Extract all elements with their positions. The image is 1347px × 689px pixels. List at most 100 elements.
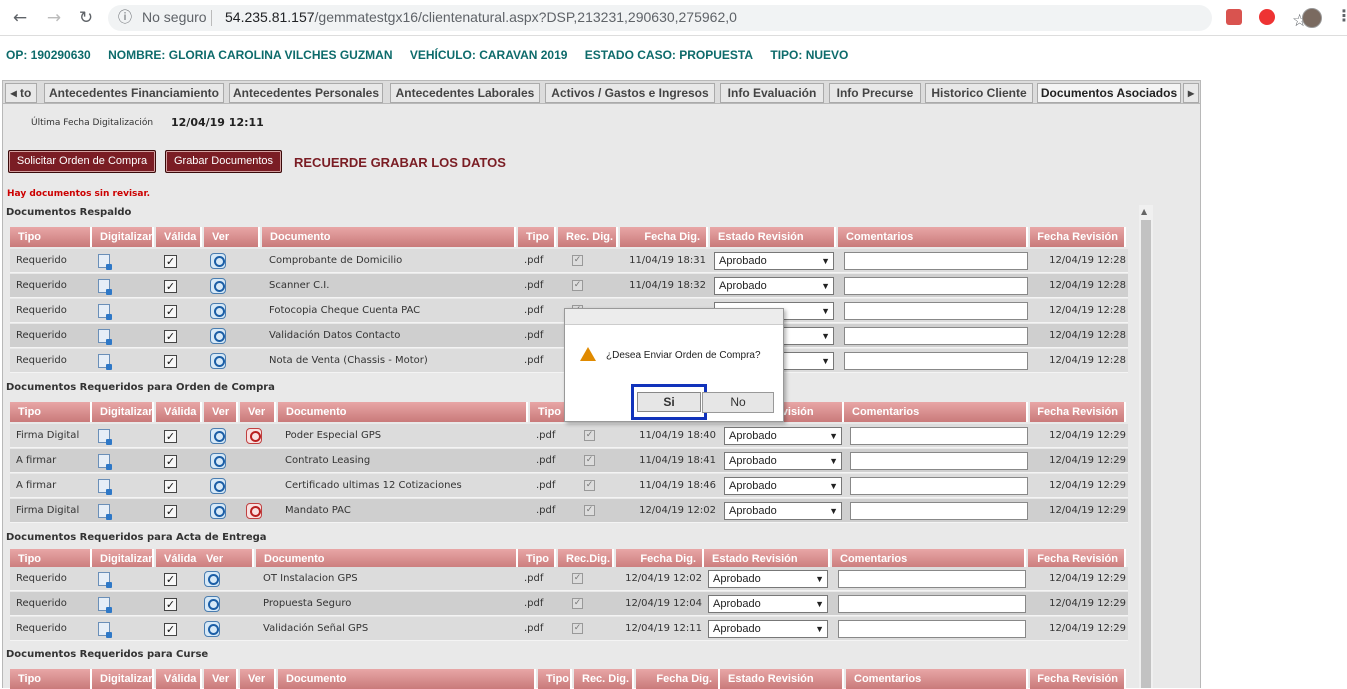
section-title: Documentos Respaldo bbox=[6, 207, 132, 218]
view-icon[interactable] bbox=[210, 428, 226, 444]
view-icon[interactable] bbox=[210, 478, 226, 494]
tab-activos-gastos[interactable]: Activos / Gastos e Ingresos bbox=[545, 83, 715, 103]
valid-checkbox[interactable]: ✓ bbox=[164, 505, 177, 518]
view-icon[interactable] bbox=[204, 621, 220, 637]
valid-checkbox[interactable]: ✓ bbox=[164, 330, 177, 343]
view-icon[interactable] bbox=[204, 571, 220, 587]
upload-icon[interactable] bbox=[98, 454, 112, 470]
upload-icon[interactable] bbox=[98, 504, 112, 520]
col-header: Válida bbox=[156, 227, 202, 247]
comentarios-input[interactable] bbox=[844, 327, 1028, 345]
view-signed-icon[interactable] bbox=[246, 503, 262, 519]
solicitar-orden-button[interactable]: Solicitar Orden de Compra bbox=[8, 150, 156, 173]
fecha-dig: 12/04/19 12:02 bbox=[625, 573, 702, 584]
dialog-yes-button[interactable]: Si bbox=[637, 392, 701, 412]
view-signed-icon[interactable] bbox=[246, 428, 262, 444]
estado-select[interactable]: Aprobado ▼ bbox=[708, 570, 828, 588]
valid-checkbox[interactable]: ✓ bbox=[164, 255, 177, 268]
view-icon[interactable] bbox=[210, 353, 226, 369]
dialog-yes-focus[interactable]: Si bbox=[631, 384, 707, 420]
comentarios-input[interactable] bbox=[850, 427, 1028, 445]
tipo-cell: Requerido bbox=[16, 623, 67, 634]
extension-icon[interactable] bbox=[1259, 9, 1275, 25]
upload-icon[interactable] bbox=[98, 622, 112, 638]
upload-icon[interactable] bbox=[98, 429, 112, 445]
pdf-extension-icon[interactable] bbox=[1226, 9, 1242, 25]
tab-info-precurse[interactable]: Info Precurse bbox=[829, 83, 921, 103]
profile-avatar[interactable] bbox=[1302, 8, 1322, 28]
address-bar[interactable]: ⓘ No seguro 54.235.81.157/gemmatestgx16/… bbox=[108, 5, 1307, 31]
dialog-no-button[interactable]: No bbox=[702, 392, 774, 413]
comentarios-input[interactable] bbox=[850, 477, 1028, 495]
valid-checkbox[interactable]: ✓ bbox=[164, 573, 177, 586]
comentarios-input[interactable] bbox=[838, 620, 1026, 638]
valid-checkbox[interactable]: ✓ bbox=[164, 280, 177, 293]
grabar-documentos-button[interactable]: Grabar Documentos bbox=[165, 150, 282, 173]
estado-select[interactable]: Aprobado ▼ bbox=[724, 502, 842, 520]
estado-select[interactable]: Aprobado ▼ bbox=[708, 595, 828, 613]
reload-icon[interactable]: ↻ bbox=[74, 6, 98, 30]
estado-value: Aprobado bbox=[713, 573, 761, 585]
view-icon[interactable] bbox=[210, 453, 226, 469]
valid-checkbox[interactable]: ✓ bbox=[164, 623, 177, 636]
forward-icon[interactable]: → bbox=[42, 6, 66, 30]
upload-icon[interactable] bbox=[98, 597, 112, 613]
estado-select[interactable]: Aprobado ▼ bbox=[724, 477, 842, 495]
upload-icon[interactable] bbox=[98, 279, 112, 295]
upload-icon[interactable] bbox=[98, 479, 112, 495]
valid-checkbox[interactable]: ✓ bbox=[164, 305, 177, 318]
valid-checkbox[interactable]: ✓ bbox=[164, 455, 177, 468]
tab-scroll-left[interactable]: ◂ to bbox=[5, 83, 37, 103]
fecha-revision: 12/04/19 12:28 bbox=[1049, 355, 1126, 366]
view-icon[interactable] bbox=[210, 303, 226, 319]
valid-checkbox[interactable]: ✓ bbox=[164, 480, 177, 493]
valid-checkbox[interactable]: ✓ bbox=[164, 355, 177, 368]
tab-info-evaluacion[interactable]: Info Evaluación bbox=[720, 83, 824, 103]
menu-icon[interactable]: ⋮ bbox=[1336, 6, 1347, 25]
estado-select[interactable]: Aprobado ▼ bbox=[724, 427, 842, 445]
view-icon[interactable] bbox=[210, 503, 226, 519]
col-header: Fecha Revisión bbox=[1030, 402, 1126, 422]
comentarios-input[interactable] bbox=[850, 502, 1028, 520]
estado-select[interactable]: Aprobado ▼ bbox=[708, 620, 828, 638]
valid-checkbox[interactable]: ✓ bbox=[164, 598, 177, 611]
upload-icon[interactable] bbox=[98, 254, 112, 270]
comentarios-input[interactable] bbox=[844, 277, 1028, 295]
upload-icon[interactable] bbox=[98, 329, 112, 345]
comentarios-input[interactable] bbox=[838, 570, 1026, 588]
view-icon[interactable] bbox=[210, 328, 226, 344]
back-icon[interactable]: ← bbox=[8, 6, 32, 30]
tab-documentos-asociados[interactable]: Documentos Asociados bbox=[1037, 83, 1181, 103]
estado-select[interactable]: Aprobado ▼ bbox=[724, 452, 842, 470]
tab-scroll-right[interactable]: ▸ bbox=[1183, 83, 1199, 103]
chevron-down-icon: ▼ bbox=[821, 356, 830, 366]
tab-antecedentes-laborales[interactable]: Antecedentes Laborales bbox=[390, 83, 540, 103]
unreviewed-warning: Hay documentos sin revisar. bbox=[7, 189, 151, 199]
scroll-up-icon[interactable]: ▲ bbox=[1141, 207, 1147, 216]
info-icon[interactable]: ⓘ bbox=[118, 8, 132, 28]
upload-icon[interactable] bbox=[98, 304, 112, 320]
estado-select[interactable]: Aprobado ▼ bbox=[714, 277, 834, 295]
upload-icon[interactable] bbox=[98, 354, 112, 370]
view-icon[interactable] bbox=[204, 596, 220, 612]
url-text[interactable]: 54.235.81.157/gemmatestgx16/clientenatur… bbox=[225, 9, 737, 25]
estado-select[interactable]: Aprobado ▼ bbox=[714, 252, 834, 270]
comentarios-input[interactable] bbox=[838, 595, 1026, 613]
upload-icon[interactable] bbox=[98, 572, 112, 588]
scrollbar-thumb[interactable] bbox=[1141, 220, 1151, 688]
tab-antecedentes-personales[interactable]: Antecedentes Personales bbox=[229, 83, 383, 103]
tab-antecedentes-financiamiento[interactable]: Antecedentes Financiamiento bbox=[44, 83, 224, 103]
view-icon[interactable] bbox=[210, 278, 226, 294]
table-row: A firmar ✓ Certificado ultimas 12 Cotizaci… bbox=[10, 474, 1128, 498]
col-header: Fecha Revisión bbox=[1030, 669, 1126, 689]
comentarios-input[interactable] bbox=[844, 302, 1028, 320]
tipo-cell: Requerido bbox=[16, 255, 67, 266]
view-icon[interactable] bbox=[210, 253, 226, 269]
comentarios-input[interactable] bbox=[844, 252, 1028, 270]
comentarios-input[interactable] bbox=[844, 352, 1028, 370]
tab-historico-cliente[interactable]: Historico Cliente bbox=[925, 83, 1033, 103]
col-header: Estado Revisión bbox=[720, 669, 844, 689]
security-label[interactable]: No seguro bbox=[142, 9, 207, 25]
valid-checkbox[interactable]: ✓ bbox=[164, 430, 177, 443]
comentarios-input[interactable] bbox=[850, 452, 1028, 470]
